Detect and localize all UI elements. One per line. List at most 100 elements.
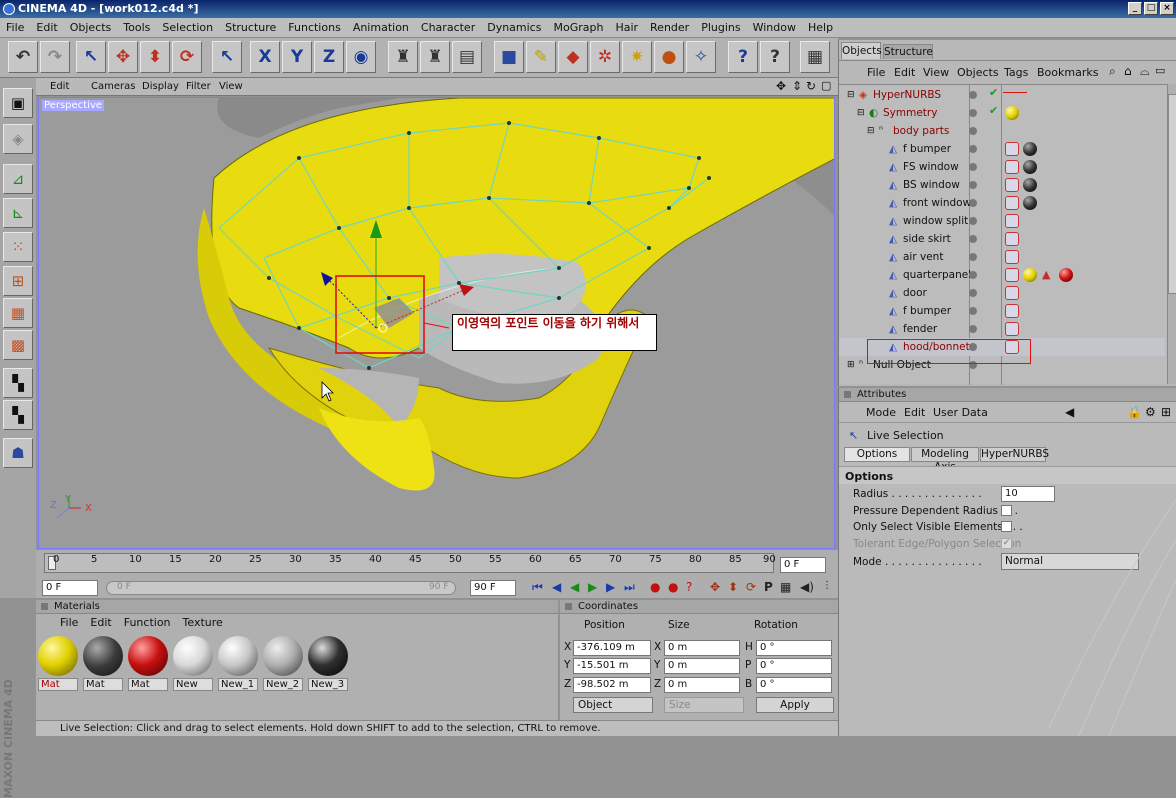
menu-functions[interactable]: Functions <box>282 18 347 37</box>
scrollbar-thumb[interactable] <box>1168 94 1176 294</box>
visible-elements-checkbox[interactable] <box>1001 521 1012 532</box>
panel-options-icon[interactable]: ▭ <box>1155 64 1165 77</box>
start-frame-field[interactable]: 0 F <box>42 580 98 596</box>
undo-icon[interactable]: ↶ <box>8 41 38 73</box>
menu-character[interactable]: Character <box>415 18 481 37</box>
selection-tag-icon[interactable] <box>1005 250 1019 264</box>
menu-help[interactable]: Help <box>802 18 839 37</box>
selection-tag-icon[interactable] <box>1005 340 1019 354</box>
viewport-menu-edit[interactable]: Edit <box>50 78 69 96</box>
attr-menu-mode[interactable]: Mode <box>866 406 896 419</box>
menu-dynamics[interactable]: Dynamics <box>481 18 547 37</box>
materials-menu-edit[interactable]: Edit <box>84 614 117 632</box>
material-tag-icon[interactable] <box>1023 178 1037 192</box>
render-picture-viewer-icon[interactable]: ♜ <box>420 41 450 73</box>
pressure-checkbox[interactable] <box>1001 505 1012 516</box>
object-row[interactable]: ◭ f bumper <box>839 302 1165 320</box>
go-to-end-icon[interactable]: ⏭ <box>624 580 635 595</box>
selection-tag-icon[interactable] <box>1005 268 1019 282</box>
obj-menu-bookmarks[interactable]: Bookmarks <box>1037 66 1098 79</box>
scene-object-icon[interactable]: ● <box>654 41 684 73</box>
texture-axis-icon[interactable]: ▚ <box>3 400 33 430</box>
home-icon[interactable]: ⌂ <box>1124 64 1132 78</box>
selection-tag-icon[interactable] <box>1005 196 1019 210</box>
rotation-b-field[interactable]: 0 ° <box>756 677 832 693</box>
end-frame-field[interactable]: 90 F <box>470 580 516 596</box>
material-tag-icon[interactable] <box>1059 268 1073 282</box>
help-icon[interactable]: ? <box>760 41 790 73</box>
timeline-menu-icon[interactable]: ⋮ <box>822 580 832 591</box>
selection-tag-icon[interactable] <box>1005 304 1019 318</box>
new-window-icon[interactable]: ⊞ <box>1161 405 1171 419</box>
make-editable-icon[interactable]: ◈ <box>3 124 33 154</box>
move-icon[interactable]: ✥ <box>108 41 138 73</box>
maximize-button[interactable]: □ <box>1144 2 1158 15</box>
material-swatch[interactable]: Mat <box>38 636 78 691</box>
settings-icon[interactable]: ⚙ <box>1145 405 1156 419</box>
object-mode-icon[interactable]: ⊿ <box>3 164 33 194</box>
tab-structure[interactable]: Structure <box>883 44 933 59</box>
size-mode-select[interactable]: Size <box>664 697 744 713</box>
object-tree-scrollbar[interactable] <box>1167 84 1176 384</box>
attr-menu-user-data[interactable]: User Data <box>933 406 988 419</box>
key-position-icon[interactable]: ✥ <box>710 580 720 594</box>
viewport-layout-icon[interactable]: ▣ <box>3 88 33 118</box>
viewport-menu-display[interactable]: Display <box>142 78 179 96</box>
go-to-start-icon[interactable]: ⏮ <box>532 580 543 595</box>
material-swatch[interactable]: Mat <box>128 636 168 691</box>
keyframe-selection-icon[interactable]: ? <box>686 580 692 594</box>
menu-selection[interactable]: Selection <box>156 18 219 37</box>
selection-tag-icon[interactable] <box>1005 286 1019 300</box>
object-row[interactable]: ◭ side skirt <box>839 230 1165 248</box>
menu-plugins[interactable]: Plugins <box>695 18 746 37</box>
key-parameter-icon[interactable]: P <box>764 580 773 594</box>
selection-tag-icon[interactable] <box>1005 178 1019 192</box>
object-row[interactable]: ⊟ ◐ Symmetry ✔ <box>839 104 1165 122</box>
tab-hypernurbs[interactable]: HyperNURBS <box>980 447 1049 462</box>
obj-menu-file[interactable]: File <box>867 66 885 79</box>
point-mode-icon[interactable]: ⁙ <box>3 232 33 262</box>
timeline-ruler[interactable]: 0 5 10 15 20 25 30 35 40 45 50 55 60 65 … <box>44 553 776 573</box>
selection-tag-icon[interactable] <box>1005 214 1019 228</box>
previous-frame-icon[interactable]: ◀ <box>552 580 561 594</box>
current-frame-field[interactable]: 0 F <box>780 557 826 573</box>
material-swatch[interactable]: New_3 <box>308 636 348 691</box>
lock-icon[interactable]: 🔒 <box>1127 405 1142 419</box>
materials-menu-texture[interactable]: Texture <box>177 614 229 632</box>
tolerant-selection-checkbox[interactable]: ✔ <box>1001 538 1012 549</box>
redo-icon[interactable]: ↷ <box>40 41 70 73</box>
menu-objects[interactable]: Objects <box>64 18 118 37</box>
deformer-icon[interactable]: ✷ <box>622 41 652 73</box>
object-row[interactable]: ⊞ ⁿ Null Object <box>839 356 1165 374</box>
position-y-field[interactable]: -15.501 m <box>573 658 651 674</box>
render-settings-icon[interactable]: ▤ <box>452 41 482 73</box>
menu-edit[interactable]: Edit <box>30 18 63 37</box>
viewport-menu-cameras[interactable]: Cameras <box>91 78 135 96</box>
menu-window[interactable]: Window <box>747 18 802 37</box>
z-axis-lock-icon[interactable]: Z <box>314 41 344 73</box>
material-tag-icon[interactable] <box>1023 160 1037 174</box>
edge-mode-icon[interactable]: ⊞ <box>3 266 33 296</box>
menu-hair[interactable]: Hair <box>609 18 644 37</box>
material-tag-icon[interactable] <box>1005 106 1019 120</box>
tab-options[interactable]: Options <box>844 447 910 462</box>
rotation-p-field[interactable]: 0 ° <box>756 658 832 674</box>
obj-menu-tags[interactable]: Tags <box>1004 66 1028 79</box>
attr-menu-edit[interactable]: Edit <box>904 406 925 419</box>
sculpt-icon[interactable]: ☗ <box>3 438 33 468</box>
radius-field[interactable]: 10 <box>1001 486 1055 502</box>
position-x-field[interactable]: -376.109 m <box>573 640 651 656</box>
next-frame-icon[interactable]: ▶ <box>606 580 615 594</box>
obj-menu-objects[interactable]: Objects <box>957 66 999 79</box>
light-icon[interactable]: ✧ <box>686 41 716 73</box>
object-row[interactable]: ◭ f bumper <box>839 140 1165 158</box>
minimize-button[interactable]: _ <box>1128 2 1142 15</box>
x-axis-lock-icon[interactable]: X <box>250 41 280 73</box>
size-x-field[interactable]: 0 m <box>664 640 740 656</box>
viewport-perspective[interactable]: Perspective 이영역의 포인트 이동을 하기 위해서 Y X Z <box>38 97 835 549</box>
obj-menu-edit[interactable]: Edit <box>894 66 915 79</box>
rotate-icon[interactable]: ⟳ <box>172 41 202 73</box>
size-z-field[interactable]: 0 m <box>664 677 740 693</box>
spline-icon[interactable]: ✎ <box>526 41 556 73</box>
menu-file[interactable]: File <box>0 18 30 37</box>
